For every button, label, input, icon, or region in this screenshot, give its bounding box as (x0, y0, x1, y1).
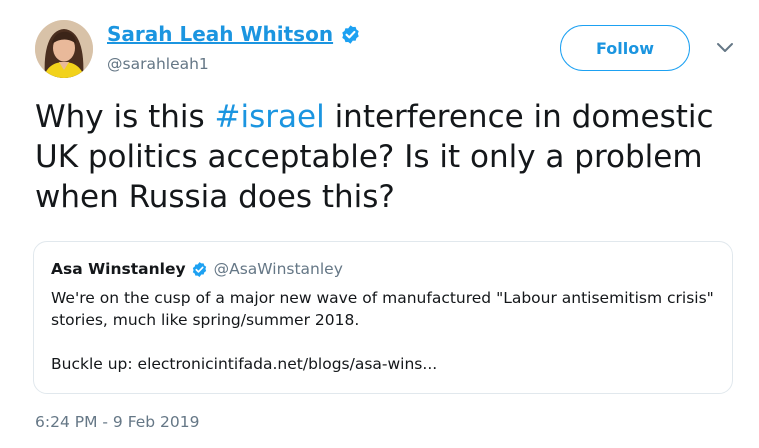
follow-button[interactable]: Follow (560, 25, 690, 71)
quoted-tweet-card[interactable]: Asa Winstanley @AsaWinstanley We're on t… (33, 241, 733, 394)
quoted-tweet-body: We're on the cusp of a major new wave of… (51, 287, 721, 375)
author-name[interactable]: Sarah Leah Whitson (107, 22, 333, 46)
tweet-text: Why is this #israel interference in dome… (35, 97, 735, 217)
tweet-timestamp[interactable]: 6:24 PM - 9 Feb 2019 (35, 413, 200, 431)
verified-badge-icon (191, 261, 208, 278)
quoted-tweet-header: Asa Winstanley @AsaWinstanley (51, 260, 343, 278)
quoted-tweet-text: We're on the cusp of a major new wave of… (51, 289, 714, 329)
author-handle[interactable]: @sarahleah1 (107, 55, 209, 73)
quoted-author-handle: @AsaWinstanley (213, 260, 343, 278)
tweet-text-before: Why is this (35, 99, 215, 135)
quoted-author-name: Asa Winstanley (51, 260, 186, 278)
verified-badge-icon (340, 24, 361, 45)
quoted-tweet-link-line: Buckle up: electronicintifada.net/blogs/… (51, 355, 438, 373)
profile-photo (35, 20, 93, 78)
avatar[interactable] (35, 20, 93, 78)
hashtag-link[interactable]: #israel (215, 99, 325, 135)
author-name-row: Sarah Leah Whitson (107, 22, 361, 46)
chevron-down-icon[interactable] (715, 40, 735, 56)
